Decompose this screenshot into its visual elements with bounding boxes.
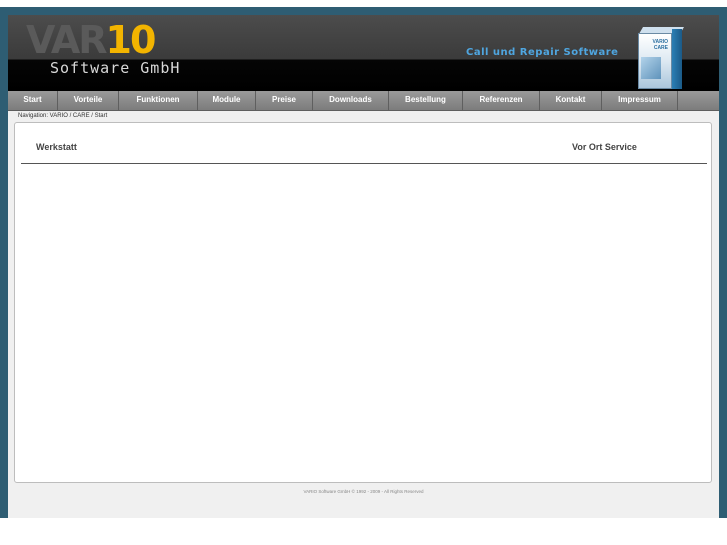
site-tagline: Call und Repair Software: [466, 47, 619, 58]
product-box-label: VARIO CARE: [652, 39, 668, 51]
main-content: Werkstatt Vor Ort Service: [14, 122, 712, 483]
page-frame: VAR10 Software GmbH Call und Repair Soft…: [0, 7, 727, 518]
site-header: VAR10 Software GmbH Call und Repair Soft…: [8, 15, 719, 91]
logo-var: VAR: [26, 18, 107, 62]
nav-funktionen[interactable]: Funktionen: [119, 91, 198, 110]
nav-referenzen[interactable]: Referenzen: [463, 91, 540, 110]
heading-vor-ort-service[interactable]: Vor Ort Service: [572, 142, 637, 152]
main-navigation: Start Vorteile Funktionen Module Preise …: [8, 91, 719, 111]
product-box-image: VARIO CARE: [638, 27, 685, 89]
nav-downloads[interactable]: Downloads: [313, 91, 389, 110]
logo-10: 10: [105, 18, 157, 62]
nav-start[interactable]: Start: [8, 91, 58, 110]
content-divider: [21, 163, 707, 164]
page-container: VAR10 Software GmbH Call und Repair Soft…: [8, 15, 719, 518]
nav-kontakt[interactable]: Kontakt: [540, 91, 602, 110]
breadcrumb: Navigation: VARIO / CARE / Start: [18, 113, 108, 119]
nav-vorteile[interactable]: Vorteile: [58, 91, 119, 110]
logo-subtitle: Software GmbH: [50, 59, 181, 77]
nav-impressum[interactable]: Impressum: [602, 91, 678, 110]
nav-preise[interactable]: Preise: [256, 91, 313, 110]
nav-module[interactable]: Module: [198, 91, 256, 110]
nav-bestellung[interactable]: Bestellung: [389, 91, 463, 110]
footer-copyright: VARIO Software GmbH © 1992 - 2009 - All …: [303, 489, 424, 494]
site-logo[interactable]: VAR10: [26, 18, 157, 62]
heading-werkstatt[interactable]: Werkstatt: [36, 142, 77, 152]
